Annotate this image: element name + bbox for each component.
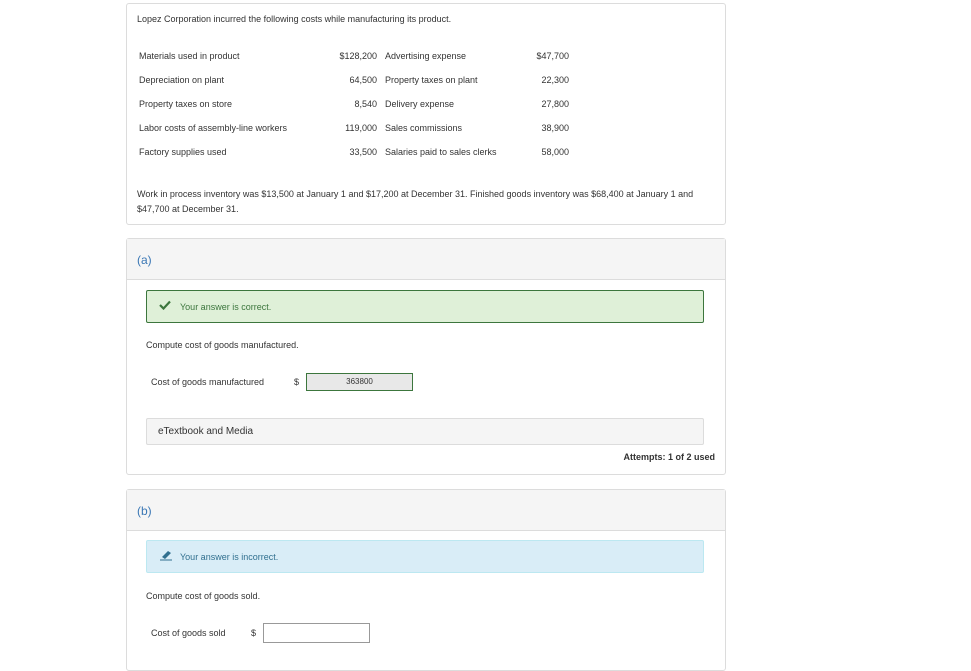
cost-label: Materials used in product [139,51,240,61]
currency-symbol: $ [294,377,300,387]
cost-amount: 119,000 [345,123,377,133]
costs-table: Materials used in product $128,200 Adver… [139,44,569,164]
cost-label: Delivery expense [385,99,455,109]
part-a-letter: (a) [137,253,152,267]
etextbook-button[interactable]: eTextbook and Media [146,418,704,445]
cost-label: Labor costs of assembly-line workers [139,123,288,133]
etextbook-label: eTextbook and Media [158,426,254,437]
incorrect-feedback-banner: Your answer is incorrect. [146,540,704,573]
checkmark-icon [159,300,171,312]
cogm-input[interactable]: 363800 [306,373,413,391]
table-row: Labor costs of assembly-line workers 119… [139,116,569,140]
feedback-text: Your answer is incorrect. [180,552,279,562]
cost-amount: $47,700 [536,51,569,61]
cost-amount: 22,300 [541,75,569,85]
cost-amount: 64,500 [349,75,377,85]
cost-label: Salaries paid to sales clerks [385,147,497,157]
cost-amount: 38,900 [541,123,569,133]
cost-amount: 33,500 [349,147,377,157]
part-a-prompt: Compute cost of goods manufactured. [146,340,299,350]
table-row: Factory supplies used 33,500 Salaries pa… [139,140,569,164]
table-row: Depreciation on plant 64,500 Property ta… [139,68,569,92]
cost-amount: 58,000 [541,147,569,157]
part-b-letter: (b) [137,504,152,518]
inventory-text: Work in process inventory was $13,500 at… [137,189,694,214]
pencil-icon [159,550,173,563]
part-a-card: (a) Your answer is correct. Compute cost… [126,238,726,475]
table-row: Materials used in product $128,200 Adver… [139,44,569,68]
feedback-text: Your answer is correct. [180,302,272,312]
cost-label: Advertising expense [385,51,467,61]
cost-amount: $128,200 [339,51,377,61]
table-row: Property taxes on store 8,540 Delivery e… [139,92,569,116]
part-b-header: (b) [127,490,725,531]
part-b-prompt: Compute cost of goods sold. [146,591,261,601]
cost-label: Property taxes on plant [385,75,478,85]
attempts-counter: Attempts: 1 of 2 used [623,452,715,462]
cost-label: Property taxes on store [139,99,233,109]
cogs-input[interactable] [263,623,370,643]
problem-intro: Lopez Corporation incurred the following… [137,14,452,24]
part-b-card: (b) Your answer is incorrect. Compute co… [126,489,726,671]
cost-label: Factory supplies used [139,147,227,157]
currency-symbol: $ [251,628,257,638]
problem-card: Lopez Corporation incurred the following… [126,3,726,225]
cogm-label: Cost of goods manufactured [151,377,265,387]
cost-amount: 27,800 [541,99,569,109]
cost-label: Sales commissions [385,123,463,133]
part-a-header: (a) [127,239,725,280]
cogs-label: Cost of goods sold [151,628,226,638]
correct-feedback-banner: Your answer is correct. [146,290,704,323]
cost-amount: 8,540 [354,99,377,109]
cost-label: Depreciation on plant [139,75,225,85]
